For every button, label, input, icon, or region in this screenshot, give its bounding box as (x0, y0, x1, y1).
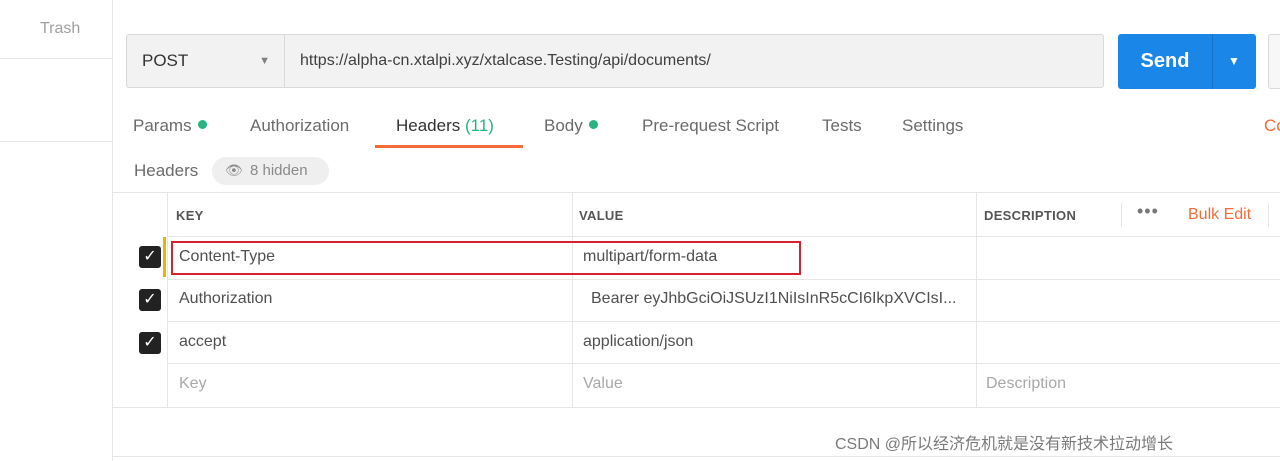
headers-section-title: Headers (134, 161, 199, 180)
eye-icon: 👁 (225, 162, 243, 178)
tab-params[interactable]: Params (133, 116, 207, 136)
request-bar: POST ▼ https://alpha-cn.xtalpi.xyz/xtalc… (126, 34, 1104, 88)
hidden-headers-toggle[interactable]: 👁 8 hidden (212, 157, 329, 185)
tab-count-badge: (11) (465, 116, 494, 135)
sidebar-divider (0, 141, 112, 142)
tab-pre-request-script[interactable]: Pre-request Script (642, 116, 779, 136)
column-header-key: KEY (176, 208, 204, 223)
sidebar-divider (0, 58, 112, 59)
header-key-field[interactable]: accept (179, 333, 226, 351)
row-divider (167, 321, 1280, 322)
row-checkbox[interactable]: ✓ (139, 332, 161, 354)
tab-label: Pre-request Script (642, 116, 779, 135)
save-button-partial[interactable] (1268, 34, 1280, 89)
send-button[interactable]: Send ▼ (1118, 34, 1256, 89)
tab-tests[interactable]: Tests (822, 116, 862, 136)
row-divider (167, 363, 1280, 364)
column-divider (572, 193, 573, 407)
new-description-input[interactable]: Description (986, 375, 1066, 393)
annotation-highlight-box (171, 241, 801, 275)
row-focus-indicator (163, 237, 166, 277)
row-checkbox[interactable]: ✓ (139, 289, 161, 311)
tab-label: Body (544, 116, 583, 135)
tab-label: Authorization (250, 116, 350, 135)
row-divider (167, 279, 1280, 280)
column-divider (976, 193, 977, 407)
tab-headers[interactable]: Headers (11) (396, 116, 494, 136)
url-input[interactable]: https://alpha-cn.xtalpi.xyz/xtalcase.Tes… (300, 35, 711, 87)
column-header-description: DESCRIPTION (984, 208, 1077, 223)
status-dot-icon (588, 120, 598, 129)
row-divider (167, 236, 1280, 237)
divider (113, 456, 1280, 457)
header-key-field[interactable]: Authorization (179, 290, 272, 308)
sidebar: Trash (0, 0, 113, 461)
new-value-input[interactable]: Value (583, 375, 623, 393)
status-dot-icon (197, 120, 207, 129)
chevron-down-icon: ▼ (259, 55, 270, 67)
tab-label: Settings (902, 116, 964, 135)
method-label: POST (142, 51, 189, 70)
tab-label: Headers (396, 116, 461, 135)
new-key-input[interactable]: Key (179, 375, 207, 393)
tab-body[interactable]: Body (544, 116, 598, 136)
send-label: Send (1140, 50, 1190, 72)
cookies-link[interactable]: Co (1264, 116, 1280, 136)
header-value-field[interactable]: Bearer eyJhbGciOiJSUzI1NiIsInR5cCI6IkpXV… (591, 290, 956, 308)
more-options-icon[interactable]: ••• (1137, 201, 1159, 222)
watermark: CSDN @所以经济危机就是没有新技术拉动增长 (835, 436, 1174, 453)
tab-authorization[interactable]: Authorization (250, 116, 349, 136)
tab-settings[interactable]: Settings (902, 116, 963, 136)
header-value-field[interactable]: application/json (583, 333, 693, 351)
active-tab-indicator (375, 145, 523, 148)
column-divider (1121, 203, 1122, 227)
sidebar-item-trash[interactable]: Trash (40, 20, 80, 38)
tab-label: Tests (822, 116, 862, 135)
column-divider (1268, 203, 1269, 227)
send-options-chevron-icon[interactable]: ▼ (1212, 34, 1256, 89)
bulk-edit-button[interactable]: Bulk Edit (1188, 206, 1251, 224)
row-checkbox[interactable]: ✓ (139, 246, 161, 268)
tab-label: Params (133, 116, 192, 135)
method-select[interactable]: POST ▼ (127, 35, 285, 87)
column-divider (167, 193, 168, 407)
headers-table: KEY VALUE DESCRIPTION ••• Bulk Edit ✓ Co… (113, 192, 1280, 408)
column-header-value: VALUE (579, 208, 624, 223)
hidden-count-label: 8 hidden (250, 162, 308, 179)
